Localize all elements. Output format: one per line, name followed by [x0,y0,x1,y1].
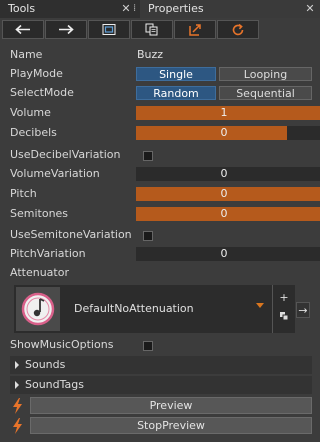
select-button[interactable] [88,20,130,39]
refresh-button[interactable] [217,20,259,39]
soundtags-foldout[interactable]: SoundTags [10,376,312,394]
decibels-row: Decibels 0 [10,124,320,142]
lightning-icon [13,398,22,414]
selectmode-sequential-toggle[interactable]: Sequential [219,86,312,100]
pitch-slider[interactable]: 0 [136,187,320,201]
sounds-foldout[interactable]: Sounds [10,356,312,374]
volume-slider[interactable]: 1 [136,106,320,120]
selectmode-random-toggle[interactable]: Random [136,86,216,100]
tab-properties-label: Properties [148,2,204,15]
pitch-row: Pitch 0 [10,185,320,203]
attenuator-picker[interactable]: DefaultNoAttenuation + [14,285,295,333]
name-row: Name Buzz [10,46,312,64]
pitch-variation-row: PitchVariation 0 [10,245,320,263]
volume-variation-value: 0 [220,167,228,180]
pitch-variation-slider[interactable]: 0 [136,247,320,261]
attenuator-thumbnail [16,287,60,331]
decibels-value: 0 [220,126,228,139]
tab-tools-label: Tools [8,2,36,15]
goto-asset-button[interactable]: → [296,302,310,318]
semitones-value: 0 [220,207,228,220]
show-music-options-checkbox[interactable] [143,341,153,351]
name-value[interactable]: Buzz [137,46,163,64]
pitch-variation-label: PitchVariation [10,247,86,260]
arrow-right-icon [59,24,74,35]
chevron-down-icon[interactable] [256,303,264,308]
use-decibel-variation-checkbox[interactable] [143,151,153,161]
add-attenuator-button[interactable]: + [277,290,291,308]
arrow-left-icon [15,24,30,35]
volume-variation-slider[interactable]: 0 [136,167,320,181]
sounds-label: Sounds [25,358,66,371]
volume-variation-label: VolumeVariation [10,167,100,180]
semitones-slider[interactable]: 0 [136,207,320,221]
back-button[interactable] [2,20,44,39]
copy-paste-icon [145,23,158,36]
close-properties-icon[interactable]: ✕ [304,2,316,15]
volume-row: Volume 1 [10,104,320,122]
pitch-variation-value: 0 [220,247,228,260]
preview-button[interactable]: Preview [30,397,312,414]
pitch-value: 0 [220,187,228,200]
copy-asset-icon [280,312,289,321]
soundtags-label: SoundTags [25,378,84,391]
use-semitone-variation-label: UseSemitoneVariation [10,228,132,241]
semitones-label: Semitones [10,207,69,220]
use-decibel-variation-row: UseDecibelVariation [10,146,312,164]
select-frame-icon [102,24,116,35]
refresh-icon [232,23,244,36]
selectmode-row: SelectMode Random Sequential [10,84,312,102]
semitones-row: Semitones 0 [10,205,320,223]
chevron-right-icon [15,361,19,369]
playmode-single-toggle[interactable]: Single [136,67,216,81]
volume-value: 1 [220,106,228,119]
attenuator-divider [272,285,273,333]
use-semitone-variation-row: UseSemitoneVariation [10,226,312,244]
selectmode-label: SelectMode [10,86,74,99]
use-decibel-variation-label: UseDecibelVariation [10,148,121,161]
forward-button[interactable] [45,20,87,39]
tab-grip-icon: ⁞ [133,3,137,14]
attenuator-label: Attenuator [10,266,69,279]
name-label: Name [10,48,43,61]
show-music-options-label: ShowMusicOptions [10,338,114,351]
open-external-icon [189,24,201,36]
open-external-button[interactable] [174,20,216,39]
playmode-looping-toggle[interactable]: Looping [219,67,312,81]
close-tools-icon[interactable]: ✕ [120,2,132,15]
music-note-icon [21,292,55,326]
browse-asset-button[interactable] [277,311,291,329]
playmode-row: PlayMode Single Looping [10,65,312,83]
copy-paste-button[interactable] [131,20,173,39]
tab-tools[interactable]: Tools [0,0,140,18]
properties-panel: Name Buzz PlayMode Single Looping Select… [0,18,320,442]
stop-preview-button[interactable]: StopPreview [30,417,312,434]
preview-row: Preview [10,397,312,415]
show-music-options-row: ShowMusicOptions [10,336,312,354]
tab-properties[interactable]: Properties [140,0,320,18]
chevron-right-icon [15,381,19,389]
pitch-label: Pitch [10,187,37,200]
stop-preview-row: StopPreview [10,417,312,435]
use-semitone-variation-checkbox[interactable] [143,231,153,241]
decibels-slider[interactable]: 0 [136,126,320,140]
volume-label: Volume [10,106,51,119]
tab-bar: Tools ✕ ⁞ Properties ✕ [0,0,320,18]
lightning-icon [13,418,22,434]
volume-variation-row: VolumeVariation 0 [10,165,320,183]
playmode-label: PlayMode [10,67,63,80]
attenuator-value: DefaultNoAttenuation [74,302,194,315]
attenuator-row: Attenuator [10,264,312,282]
decibels-label: Decibels [10,126,57,139]
